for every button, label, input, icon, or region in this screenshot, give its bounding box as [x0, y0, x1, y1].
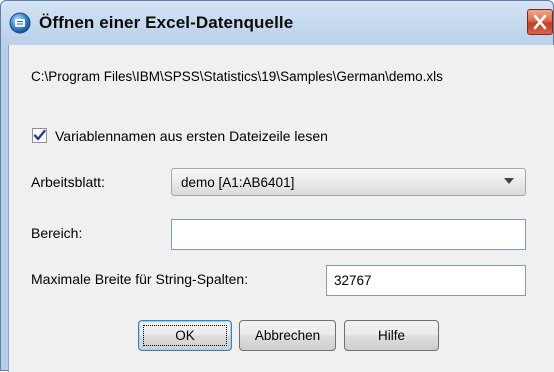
read-variable-names-label[interactable]: Variablennamen aus ersten Dateizeile les… [55, 128, 328, 144]
title-bar[interactable]: Öffnen einer Excel-Datenquelle [1, 1, 553, 45]
help-button[interactable]: Hilfe [344, 320, 439, 351]
ok-button-label: OK [175, 328, 195, 343]
worksheet-label: Arbeitsblatt: [31, 174, 105, 190]
cancel-button-label: Abbrechen [254, 328, 321, 343]
cancel-button[interactable]: Abbrechen [239, 320, 336, 351]
close-button[interactable] [527, 9, 553, 35]
help-button-label: Hilfe [377, 328, 405, 343]
dropdown-arrow-icon [504, 178, 514, 184]
dialog-body: C:\Program Files\IBM\SPSS\Statistics\19\… [8, 45, 554, 372]
max-string-width-input[interactable]: 32767 [326, 265, 526, 296]
worksheet-select[interactable]: demo [A1:AB6401] [171, 168, 526, 196]
dialog-title: Öffnen einer Excel-Datenquelle [39, 13, 294, 32]
file-path: C:\Program Files\IBM\SPSS\Statistics\19\… [31, 69, 443, 84]
range-input[interactable] [171, 219, 526, 250]
max-string-width-value: 32767 [334, 273, 372, 288]
ok-button[interactable]: OK [138, 320, 232, 351]
excel-source-dialog: Öffnen einer Excel-Datenquelle C:\Progra… [0, 0, 554, 372]
read-variable-names-checkbox[interactable] [32, 128, 47, 143]
close-x-icon [533, 14, 547, 30]
range-label: Bereich: [31, 225, 83, 241]
checkmark-icon [33, 129, 46, 141]
spss-globe-icon [9, 12, 31, 34]
max-string-width-label: Maximale Breite für String-Spalten: [31, 271, 249, 287]
worksheet-selected-value: demo [A1:AB6401] [181, 175, 295, 190]
